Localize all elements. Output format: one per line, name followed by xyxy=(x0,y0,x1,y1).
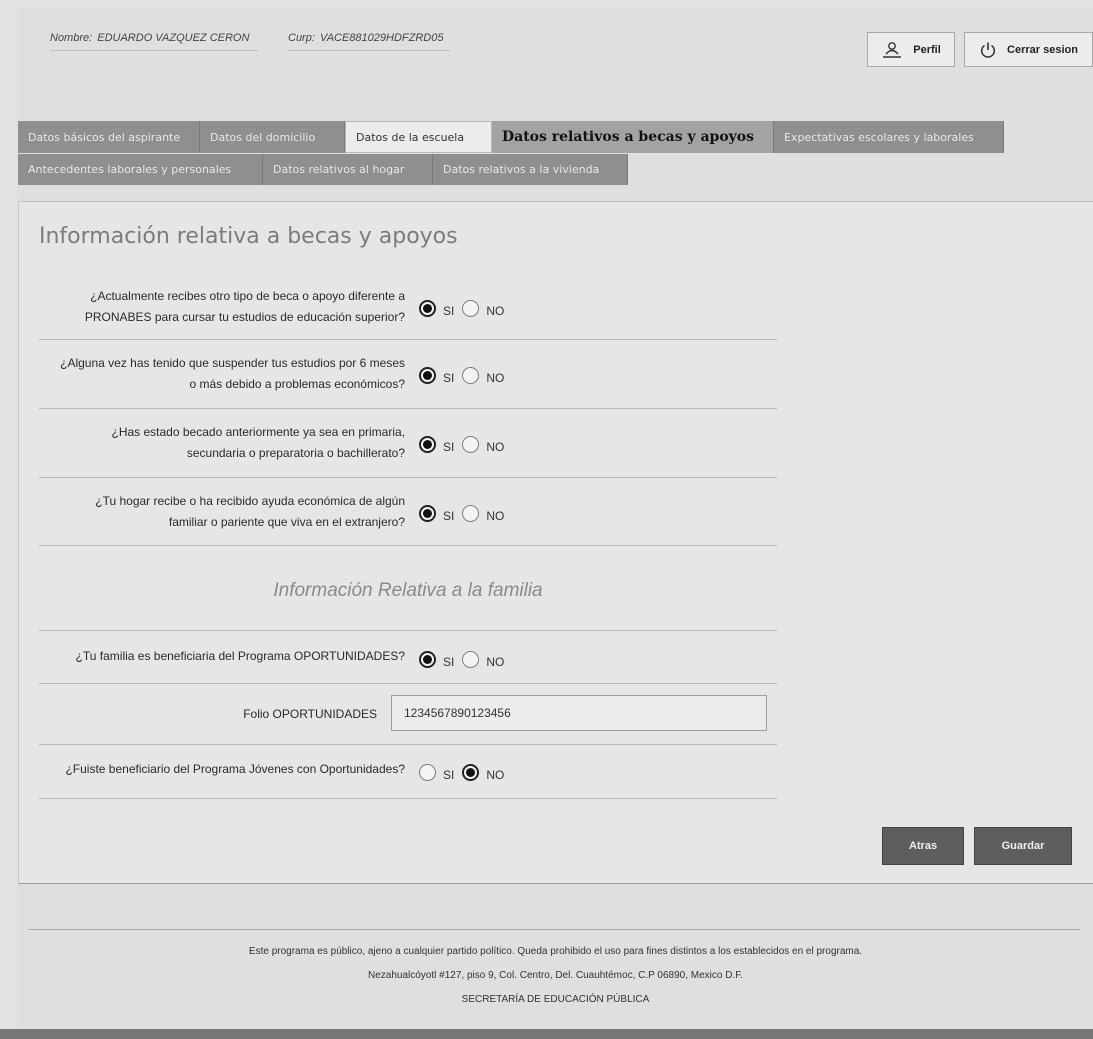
user-id-icon xyxy=(881,41,903,59)
question-line: ¿Alguna vez has tenido que suspender tus… xyxy=(60,356,405,370)
question-line: ¿Tu hogar recibe o ha recibido ayuda eco… xyxy=(95,494,405,508)
question-text: ¿Alguna vez has tenido que suspender tus… xyxy=(60,353,405,395)
tab-label: Datos del domicilio xyxy=(210,130,316,144)
save-button[interactable]: Guardar xyxy=(974,827,1072,865)
radio-si[interactable] xyxy=(419,504,436,522)
question-text: ¿Tu familia es beneficiaria del Programa… xyxy=(76,646,405,667)
radio-no[interactable] xyxy=(462,435,480,453)
question-row: ¿Fuiste beneficiario del Programa Jóvene… xyxy=(39,745,777,799)
radio-si-label: SI xyxy=(443,768,455,782)
radio-no-label: NO xyxy=(486,768,505,782)
question-text: ¿Has estado becado anteriormente ya sea … xyxy=(112,422,406,464)
tab-label: Datos relativos a la vivienda xyxy=(443,163,600,176)
question-line: ¿Tu familia es beneficiaria del Programa… xyxy=(75,649,405,663)
radio-no[interactable] xyxy=(462,299,480,317)
radio-si-label: SI xyxy=(443,655,455,669)
name-value: EDUARDO VAZQUEZ CERON xyxy=(97,32,250,44)
radio-no-label: NO xyxy=(486,440,505,454)
logout-label: Cerrar sesion xyxy=(1007,43,1078,56)
tab-label: Expectativas escolares y laborales xyxy=(784,130,974,144)
power-icon xyxy=(979,41,997,59)
tab-expectativas[interactable]: Expectativas escolares y laborales xyxy=(774,121,1004,153)
page: Nombre: EDUARDO VAZQUEZ CERON Curp: VACE… xyxy=(18,8,1093,1039)
radio-group: SI NO xyxy=(419,503,512,523)
radio-no[interactable] xyxy=(462,763,480,781)
radio-group: SI NO xyxy=(419,365,512,385)
radio-si[interactable] xyxy=(419,435,436,453)
question-text: ¿Actualmente recibes otro tipo de beca o… xyxy=(85,286,405,328)
bottom-bar xyxy=(0,1029,1093,1039)
radio-si-label: SI xyxy=(443,371,455,385)
radio-si-label: SI xyxy=(443,509,455,523)
tab-label: Datos básicos del aspirante xyxy=(28,130,181,144)
question-line: PRONABES para cursar tu estudios de educ… xyxy=(84,310,405,324)
name-label: Nombre: xyxy=(50,32,93,44)
tab-escuela[interactable]: Datos de la escuela xyxy=(345,121,492,153)
folio-label: Folio OPORTUNIDADES xyxy=(243,707,377,721)
folio-input[interactable] xyxy=(391,695,767,731)
radio-no[interactable] xyxy=(462,366,480,384)
question-text: ¿Tu hogar recibe o ha recibido ayuda eco… xyxy=(95,491,405,533)
tab-becas-apoyos[interactable]: Datos relativos a becas y apoyos xyxy=(492,121,774,153)
radio-group: SI NO xyxy=(419,649,512,669)
curp-label: Curp: xyxy=(288,32,315,44)
question-row: ¿Tu hogar recibe o ha recibido ayuda eco… xyxy=(39,478,777,546)
question-line: ¿Actualmente recibes otro tipo de beca o… xyxy=(90,289,405,303)
radio-si[interactable] xyxy=(419,763,436,781)
radio-no[interactable] xyxy=(462,650,480,668)
folio-row: Folio OPORTUNIDADES xyxy=(39,684,777,745)
footer-disclaimer: Este programa es público, ajeno a cualqu… xyxy=(248,946,863,957)
profile-button[interactable]: Perfil xyxy=(867,32,955,67)
radio-no[interactable] xyxy=(462,504,480,522)
question-text: ¿Fuiste beneficiario del Programa Jóvene… xyxy=(65,759,405,780)
footer-divider xyxy=(28,929,1080,930)
radio-si[interactable] xyxy=(419,650,436,668)
tab-vivienda[interactable]: Datos relativos a la vivienda xyxy=(433,154,628,185)
tab-domicilio[interactable]: Datos del domicilio xyxy=(200,121,345,153)
radio-si-label: SI xyxy=(443,304,455,318)
radio-no-label: NO xyxy=(486,371,505,385)
tabs-row-1: Datos básicos del aspirante Datos del do… xyxy=(18,121,1004,153)
radio-si[interactable] xyxy=(419,366,436,384)
curp-field: Curp: VACE881029HDFZRD05 xyxy=(288,32,450,51)
section-title: Información relativa a becas y apoyos xyxy=(39,224,458,249)
question-line: familiar o pariente que viva en el extra… xyxy=(168,515,405,529)
question-row: ¿Tu familia es beneficiaria del Programa… xyxy=(39,630,777,684)
tab-label: Antecedentes laborales y personales xyxy=(28,163,232,176)
tab-label: Datos relativos al hogar xyxy=(273,163,405,176)
footer-institution: SECRETARÍA DE EDUCACIÓN PÚBLICA xyxy=(461,994,650,1005)
radio-si-label: SI xyxy=(443,440,455,454)
footer-address: Nezahualcóyotl #127, piso 9, Col. Centro… xyxy=(367,970,743,981)
radio-group: SI NO xyxy=(419,434,512,454)
family-section-title: Información Relativa a la familia xyxy=(273,580,543,601)
radio-group: SI NO xyxy=(419,298,512,318)
back-button[interactable]: Atras xyxy=(882,827,964,865)
form-panel: Información relativa a becas y apoyos ¿A… xyxy=(18,201,1093,884)
tab-label: Datos de la escuela xyxy=(356,130,465,144)
question-row: ¿Alguna vez has tenido que suspender tus… xyxy=(39,340,777,409)
tab-antecedentes[interactable]: Antecedentes laborales y personales xyxy=(18,154,263,185)
question-line: ¿Fuiste beneficiario del Programa Jóvene… xyxy=(65,762,405,776)
question-line: o más debido a problemas económicos? xyxy=(189,377,405,391)
question-line: secundaria o preparatoria o bachillerato… xyxy=(186,446,405,460)
question-row: ¿Has estado becado anteriormente ya sea … xyxy=(39,409,777,478)
curp-value: VACE881029HDFZRD05 xyxy=(319,32,444,44)
radio-group: SI NO xyxy=(419,762,512,782)
radio-no-label: NO xyxy=(486,655,505,669)
radio-si[interactable] xyxy=(419,299,436,317)
question-line: ¿Has estado becado anteriormente ya sea … xyxy=(111,425,406,439)
tab-hogar[interactable]: Datos relativos al hogar xyxy=(263,154,433,185)
question-row: ¿Actualmente recibes otro tipo de beca o… xyxy=(39,272,777,340)
radio-no-label: NO xyxy=(486,509,505,523)
profile-label: Perfil xyxy=(913,43,941,56)
tabs-row-2: Antecedentes laborales y personales Dato… xyxy=(18,154,628,185)
tab-datos-basicos[interactable]: Datos básicos del aspirante xyxy=(18,121,200,153)
logout-button[interactable]: Cerrar sesion xyxy=(964,32,1093,67)
radio-no-label: NO xyxy=(486,304,505,318)
name-field: Nombre: EDUARDO VAZQUEZ CERON xyxy=(50,32,258,51)
tab-label: Datos relativos a becas y apoyos xyxy=(502,129,755,145)
